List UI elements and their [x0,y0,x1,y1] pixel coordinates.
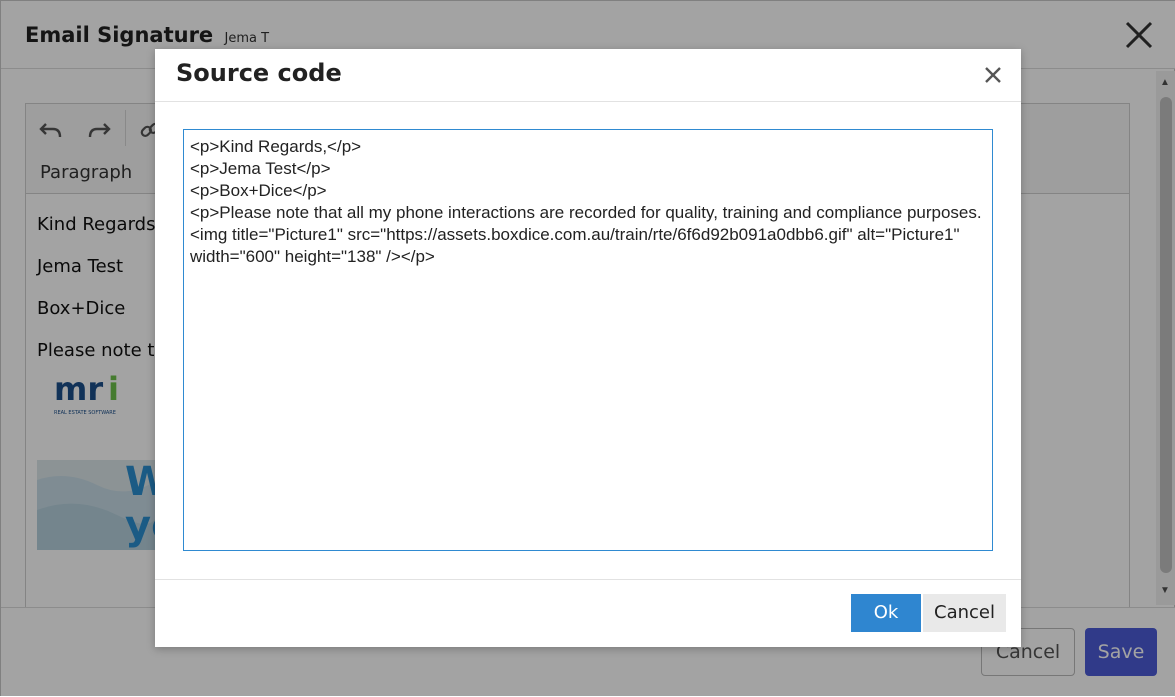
source-code-textarea[interactable]: <p>Kind Regards,</p> <p>Jema Test</p> <p… [183,129,993,551]
dialog-title: Source code [176,59,342,87]
ok-button[interactable]: Ok [851,594,921,632]
source-code-dialog: Source code <p>Kind Regards,</p> <p>Jema… [155,49,1021,647]
dialog-header: Source code [155,49,1021,102]
dialog-footer: Ok Cancel [155,579,1021,647]
close-icon[interactable] [981,63,1005,87]
cancel-button[interactable]: Cancel [923,594,1006,632]
